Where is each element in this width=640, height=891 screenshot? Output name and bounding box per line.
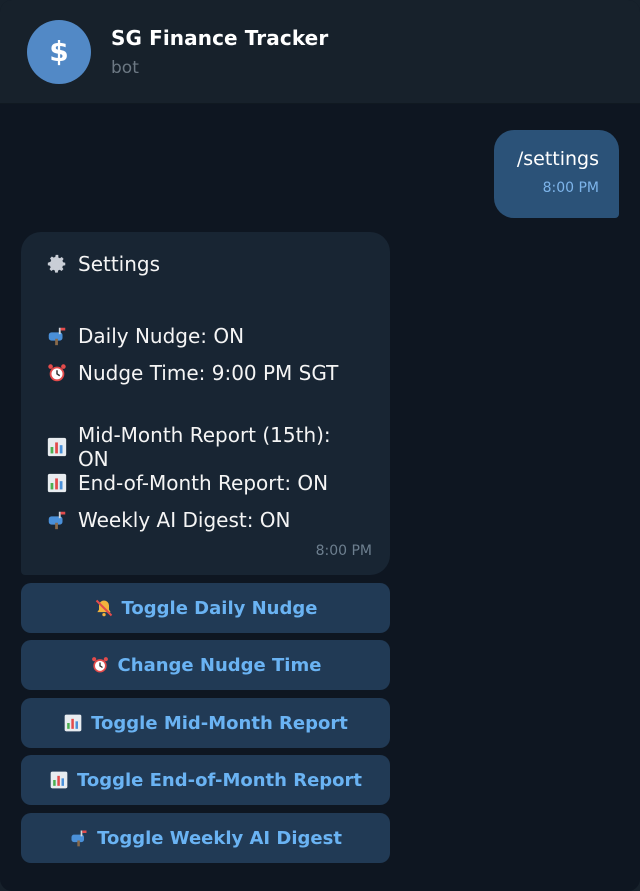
chat-subtitle: bot [111,57,139,78]
bar-chart-icon [49,770,69,790]
change-nudge-time-button[interactable]: Change Nudge Time [21,640,390,690]
setting-line: Nudge Time: 9:00 PM SGT [44,361,367,385]
setting-mid-month-report: Mid-Month Report (15th): ON [77,423,331,471]
toggle-weekly-ai-digest-label: Toggle Weekly AI Digest [97,827,342,849]
mailbox-icon [44,509,70,531]
toggle-end-of-month-report-label: Toggle End-of-Month Report [76,769,363,791]
setting-line: Mid-Month Report (15th): ON [44,423,367,471]
toggle-daily-nudge-label: Toggle Daily Nudge [121,597,318,619]
toggle-daily-nudge-button[interactable]: Toggle Daily Nudge [21,583,390,633]
toggle-end-of-month-report-button[interactable]: Toggle End-of-Month Report [21,755,390,805]
setting-line: End-of-Month Report: ON [44,471,367,495]
bar-chart-icon [44,472,70,494]
toggle-mid-month-report-button[interactable]: Toggle Mid-Month Report [21,698,390,748]
change-nudge-time-label: Change Nudge Time [117,654,322,676]
mailbox-icon [69,828,89,848]
bar-chart-icon [44,436,70,458]
bar-chart-icon [63,713,83,733]
chat-header[interactable]: $ SG Finance Tracker bot [0,0,640,104]
setting-weekly-ai-digest: Weekly AI Digest: ON [78,508,291,532]
outgoing-message-time: 8:00 PM [542,180,599,196]
setting-line: Daily Nudge: ON [44,324,367,348]
alarm-clock-icon [44,362,70,384]
header-text: SG Finance Tracker bot [111,26,328,78]
alarm-clock-icon [90,655,110,675]
mailbox-icon [44,325,70,347]
avatar[interactable]: $ [27,19,91,84]
settings-title: Settings [78,252,161,276]
incoming-message-time: 8:00 PM [315,543,372,559]
incoming-message: Settings Daily Nudge: ON Nudge Time: 9:0… [21,232,390,575]
setting-end-of-month-report: End-of-Month Report: ON [78,471,329,495]
toggle-mid-month-report-label: Toggle Mid-Month Report [91,712,348,734]
setting-daily-nudge: Daily Nudge: ON [78,324,245,348]
settings-title-line: Settings [44,252,367,276]
outgoing-message-text: /settings [516,148,599,170]
chat-title: SG Finance Tracker [111,25,329,50]
bell-muted-icon [94,598,114,618]
gear-icon [44,253,70,275]
toggle-weekly-ai-digest-button[interactable]: Toggle Weekly AI Digest [21,813,390,863]
outgoing-message: /settings 8:00 PM [494,130,619,218]
setting-nudge-time: Nudge Time: 9:00 PM SGT [78,361,339,385]
chat-window: $ SG Finance Tracker bot /settings 8:00 … [0,0,640,891]
setting-line: Weekly AI Digest: ON [44,508,367,532]
